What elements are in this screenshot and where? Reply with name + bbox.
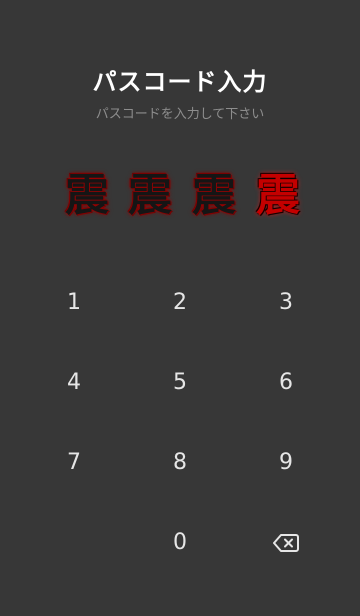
passcode-indicator-4: 震	[256, 170, 300, 221]
key-2[interactable]: 2	[130, 273, 230, 333]
passcode-indicators: 震 震 震 震	[56, 168, 306, 224]
key-3[interactable]: 3	[236, 273, 336, 333]
backspace-button[interactable]	[236, 513, 336, 573]
key-8[interactable]: 8	[130, 433, 230, 493]
key-1[interactable]: 1	[24, 273, 124, 333]
key-6[interactable]: 6	[236, 353, 336, 413]
key-5[interactable]: 5	[130, 353, 230, 413]
passcode-indicator-3: 震	[192, 170, 236, 221]
key-7[interactable]: 7	[24, 433, 124, 493]
passcode-indicator-1: 震	[65, 170, 109, 221]
key-4[interactable]: 4	[24, 353, 124, 413]
key-9[interactable]: 9	[236, 433, 336, 493]
passcode-indicator-2: 震	[128, 170, 172, 221]
backspace-icon	[273, 534, 299, 552]
passcode-title: パスコード入力	[92, 68, 268, 96]
key-0[interactable]: 0	[130, 513, 230, 573]
passcode-subtitle: パスコードを入力して下さい	[95, 107, 265, 122]
